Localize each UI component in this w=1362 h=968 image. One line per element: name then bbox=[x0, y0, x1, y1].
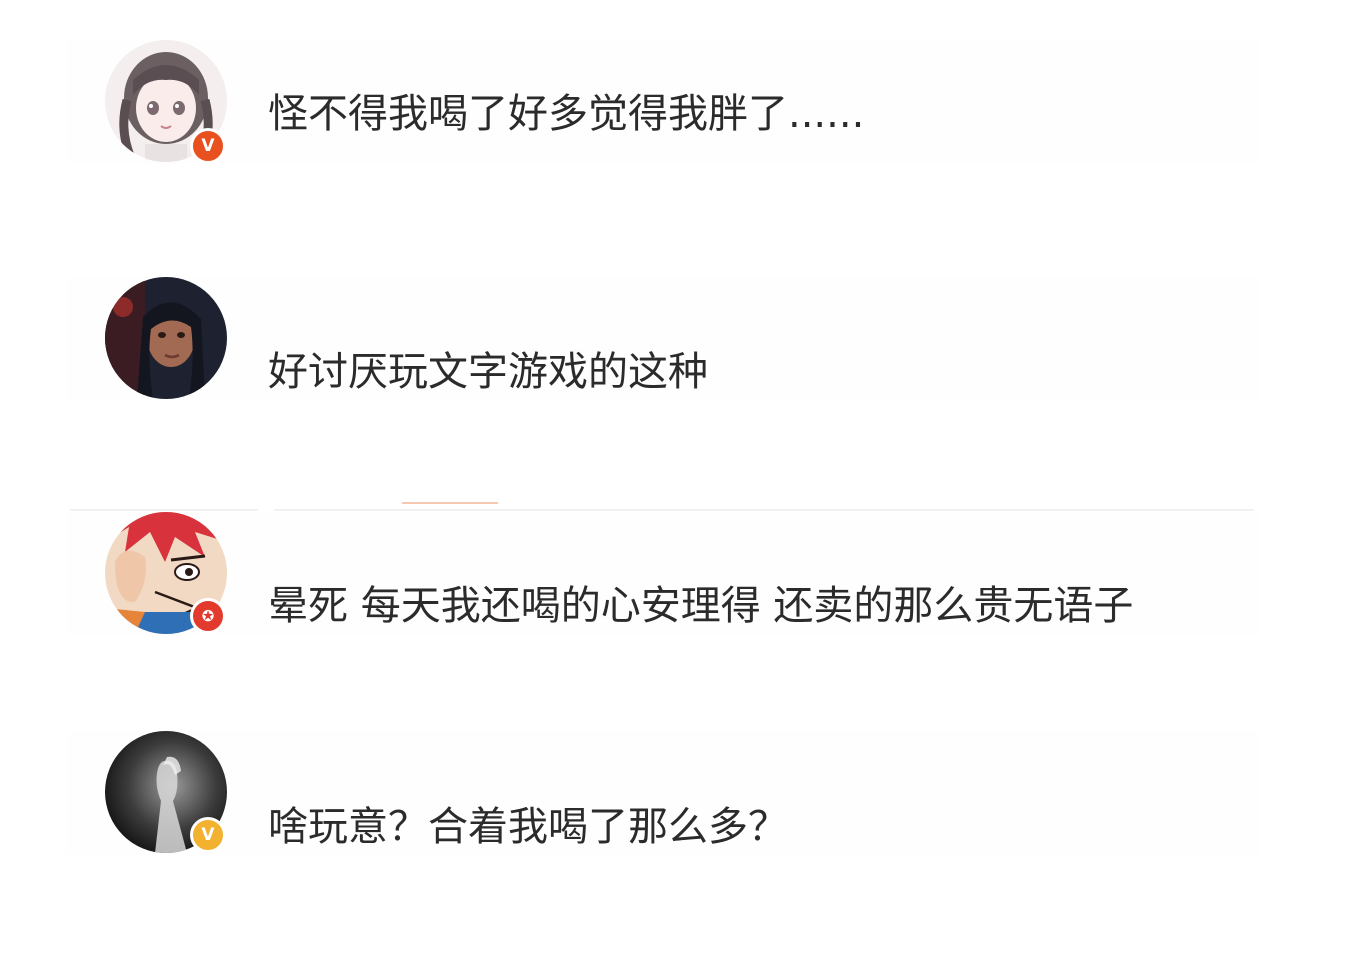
comment-text: 晕死 每天我还喝的心安理得 还卖的那么贵无语子 bbox=[268, 583, 1134, 629]
star-badge-icon: ✪ bbox=[190, 598, 226, 634]
tab-indicator bbox=[402, 502, 498, 504]
woman-portrait-avatar-image bbox=[105, 277, 227, 399]
comment-text: 好讨厌玩文字游戏的这种 bbox=[268, 349, 708, 395]
comment-item: V 怪不得我喝了好多觉得我胖了...... bbox=[66, 40, 1260, 164]
comment-text: 怪不得我喝了好多觉得我胖了...... bbox=[268, 91, 865, 137]
avatar[interactable] bbox=[105, 277, 227, 399]
comment-item: V 啥玩意？合着我喝了那么多？ bbox=[66, 731, 1260, 855]
comment-text: 啥玩意？合着我喝了那么多？ bbox=[268, 804, 788, 850]
comment-item: ✪ 晕死 每天我还喝的心安理得 还卖的那么贵无语子 bbox=[66, 512, 1260, 636]
verified-v-icon: V bbox=[190, 128, 226, 164]
verified-v-icon: V bbox=[190, 817, 226, 853]
comment-item: 好讨厌玩文字游戏的这种 bbox=[66, 277, 1260, 401]
section-divider bbox=[70, 509, 1254, 511]
